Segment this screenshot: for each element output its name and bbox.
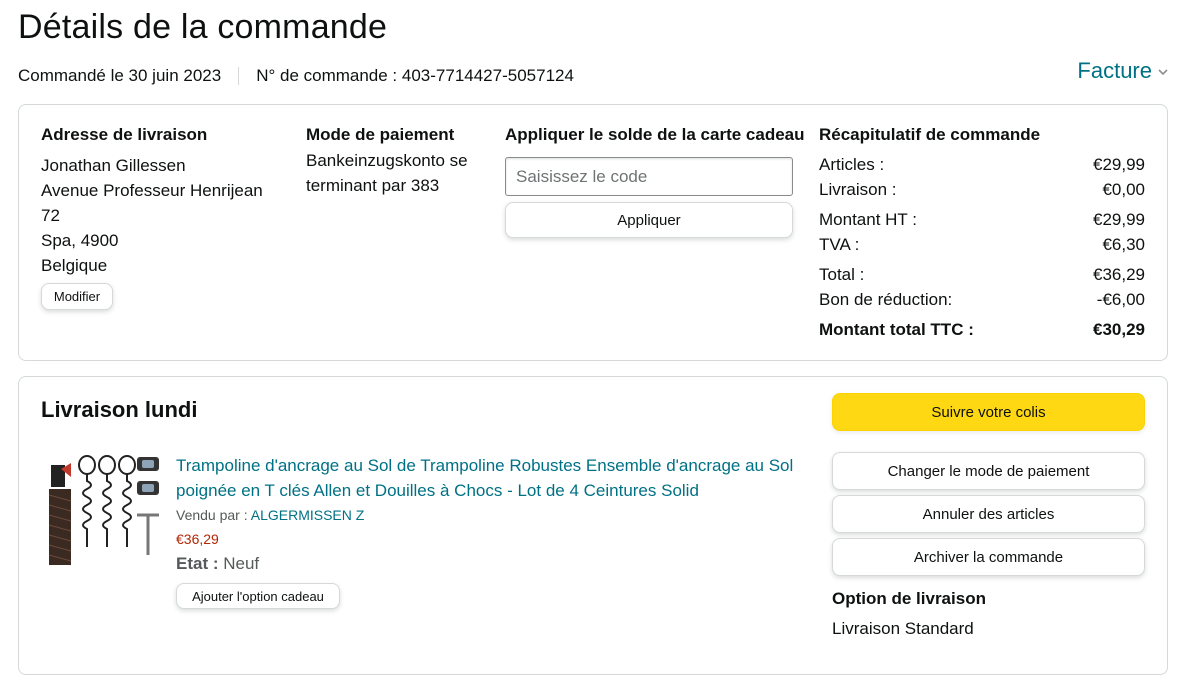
gift-card-code-input[interactable] xyxy=(505,157,793,196)
address-line: Jonathan Gillessen xyxy=(41,156,186,175)
summary-label: Articles : xyxy=(819,155,885,174)
summary-label: Bon de réduction: xyxy=(819,290,953,309)
order-summary-card: Adresse de livraison Jonathan Gillessen … xyxy=(18,104,1168,361)
page-title: Détails de la commande xyxy=(18,8,388,46)
summary-row-subtotal-ht: Montant HT : €29,99 xyxy=(819,210,1145,230)
delivery-option-value: Livraison Standard xyxy=(832,619,974,638)
invoice-label: Facture xyxy=(1077,58,1152,83)
summary-value: €36,29 xyxy=(1093,265,1145,284)
product-image[interactable] xyxy=(47,451,163,567)
summary-value: €0,00 xyxy=(1102,180,1145,199)
order-summary-title: Récapitulatif de commande xyxy=(819,125,1041,144)
summary-label: Livraison : xyxy=(819,180,897,199)
edit-address-button[interactable]: Modifier xyxy=(41,283,113,310)
meta-separator xyxy=(238,67,240,85)
summary-label: Montant HT : xyxy=(819,210,917,229)
condition-label: Etat : xyxy=(176,554,224,573)
summary-row-vat: TVA : €6,30 xyxy=(819,235,1145,255)
condition-value: Neuf xyxy=(223,554,260,573)
address-line: Avenue Professeur Henrijean xyxy=(41,181,263,200)
summary-row-articles: Articles : €29,99 xyxy=(819,155,1145,175)
summary-row-total: Total : €36,29 xyxy=(819,265,1145,285)
summary-value: -€6,00 xyxy=(1096,290,1145,309)
invoice-dropdown[interactable]: Facture xyxy=(1077,58,1168,84)
payment-method-title: Mode de paiement xyxy=(306,125,455,144)
chevron-down-icon xyxy=(1158,65,1168,79)
summary-value: €30,29 xyxy=(1093,320,1145,339)
track-package-button[interactable]: Suivre votre colis xyxy=(832,393,1145,431)
address-line: Spa, 4900 xyxy=(41,231,119,250)
shipping-address-title: Adresse de livraison xyxy=(41,125,208,144)
summary-value: €29,99 xyxy=(1093,155,1145,174)
order-number: N° de commande : 403-7714427-5057124 xyxy=(256,66,574,85)
gift-card-title: Appliquer le solde de la carte cadeau xyxy=(505,125,805,144)
archive-order-button[interactable]: Archiver la commande xyxy=(832,538,1145,576)
address-line: 72 xyxy=(41,206,60,225)
payment-line: Bankeinzugskonto se xyxy=(306,151,468,170)
add-gift-option-button[interactable]: Ajouter l'option cadeau xyxy=(176,583,340,609)
summary-value: €29,99 xyxy=(1093,210,1145,229)
sold-by-label: Vendu par : xyxy=(176,507,251,523)
seller-link[interactable]: ALGERMISSEN Z xyxy=(251,507,365,523)
delivery-option-title: Option de livraison xyxy=(832,589,986,608)
product-title-link[interactable]: Trampoline d'ancrage au Sol de Trampolin… xyxy=(176,453,796,503)
cancel-items-button[interactable]: Annuler des articles xyxy=(832,495,1145,533)
order-meta: Commandé le 30 juin 2023 N° de commande … xyxy=(18,64,574,88)
product-condition: Etat : Neuf xyxy=(176,554,259,574)
summary-label: TVA : xyxy=(819,235,860,254)
summary-label: Montant total TTC : xyxy=(819,320,974,339)
summary-row-shipping: Livraison : €0,00 xyxy=(819,180,1145,200)
product-price: €36,29 xyxy=(176,531,219,547)
shipment-title: Livraison lundi xyxy=(41,397,198,422)
apply-gift-card-button[interactable]: Appliquer xyxy=(505,202,793,238)
summary-row-grand-total: Montant total TTC : €30,29 xyxy=(819,320,1145,340)
address-line: Belgique xyxy=(41,256,108,275)
change-payment-button[interactable]: Changer le mode de paiement xyxy=(832,452,1145,490)
order-date: Commandé le 30 juin 2023 xyxy=(18,66,222,85)
summary-row-discount: Bon de réduction: -€6,00 xyxy=(819,290,1145,310)
payment-line: terminant par 383 xyxy=(306,176,440,195)
summary-label: Total : xyxy=(819,265,865,284)
shipment-card: Livraison lundi Trampoline d'ancrage au … xyxy=(18,376,1168,675)
seller-line: Vendu par : ALGERMISSEN Z xyxy=(176,507,364,523)
summary-value: €6,30 xyxy=(1102,235,1145,254)
